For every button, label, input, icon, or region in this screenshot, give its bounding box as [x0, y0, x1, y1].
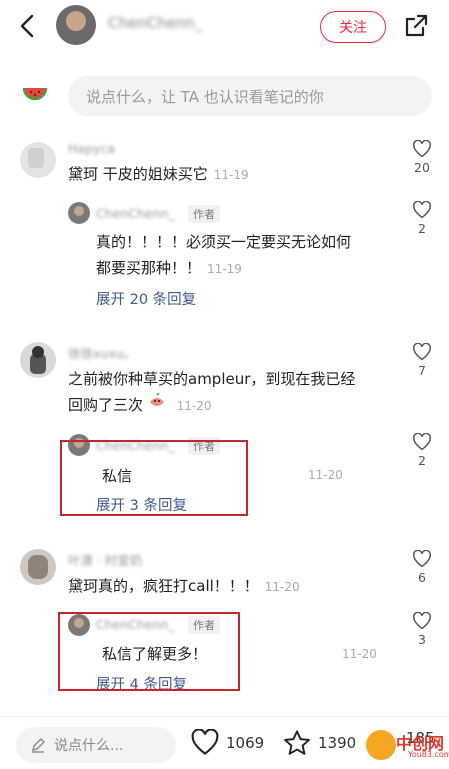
like-count: 7 [418, 363, 426, 378]
watermark-subtext: You83.com [408, 750, 449, 759]
comment-like-button[interactable]: 20 [409, 140, 435, 175]
heart-icon [191, 729, 219, 755]
commenter-avatar[interactable] [20, 142, 56, 178]
commenter-avatar[interactable] [20, 342, 56, 378]
comment-like-button[interactable]: 6 [409, 550, 435, 585]
expand-replies-link[interactable]: 展开 20 条回复 [96, 288, 196, 309]
like-total: 1069 [226, 733, 265, 752]
heart-icon [413, 343, 431, 361]
comment-text: 黛珂真的，疯狂打call！！！ 11-20 [68, 573, 300, 600]
author-tag: 作者 [188, 205, 220, 223]
author-name[interactable]: ChenChenn_ [108, 14, 202, 32]
heart-icon [413, 140, 431, 158]
highlight-box [58, 612, 240, 691]
reply-like-button[interactable]: 2 [409, 433, 435, 468]
collect-total: 1390 [318, 734, 357, 752]
top-bar: ChenChenn_ 关注 [0, 0, 449, 56]
comment-input[interactable]: 说点什么，让 TA 也认识看笔记的你 [68, 76, 432, 116]
commenter-name[interactable]: 徐徐xuxu。 [68, 343, 136, 362]
heart-icon [413, 550, 431, 568]
comment-body-line2: 回购了三次 [68, 396, 144, 414]
heart-icon [413, 201, 431, 219]
heart-icon [413, 612, 431, 630]
watermark-circle [366, 730, 396, 760]
heart-icon [413, 433, 431, 451]
back-icon[interactable] [14, 12, 42, 40]
comment-text: 之前被你种草买的ampleur，到现在我已经 回购了三次 11-20 [68, 366, 355, 419]
reply-text-line1: 真的！！！！必须买一定要买无论如何 [96, 233, 352, 251]
comment-text: 黛珂 干皮的姐妹买它 11-19 [68, 161, 249, 188]
reply-text: 真的！！！！必须买一定要买无论如何 都要买那种！！ 11-19 [96, 229, 351, 282]
reply-like-button[interactable]: 3 [409, 612, 435, 647]
comment-body: 黛珂真的，疯狂打call！！！ [68, 577, 259, 595]
watermelon-icon [22, 84, 48, 106]
comment-body: 黛珂 干皮的姐妹买它 [68, 165, 208, 183]
blushing-emoji-icon [148, 391, 166, 419]
commenter-name[interactable]: 叶潇 · 时爱奶 [68, 550, 142, 569]
star-icon [284, 730, 310, 755]
reply-author-name[interactable]: ChenChenn_ [96, 206, 175, 221]
comment-time: 11-20 [264, 580, 300, 594]
highlight-box [60, 440, 248, 516]
comment-body-line1: 之前被你种草买的ampleur，到现在我已经 [68, 370, 356, 388]
pencil-icon [32, 738, 45, 753]
collect-button[interactable]: 1390 [282, 729, 356, 757]
like-count: 6 [418, 570, 426, 585]
reply-time: 11-20 [308, 468, 343, 482]
commenter-name[interactable]: Наруса [68, 141, 115, 156]
commenter-avatar[interactable] [20, 549, 56, 585]
watermark-logo: 中创网 You83.com [366, 728, 449, 766]
comment-time: 11-19 [213, 168, 249, 182]
bottom-input-placeholder: 说点什么... [54, 738, 124, 754]
like-button[interactable]: 1069 [190, 729, 264, 756]
like-count: 2 [418, 453, 426, 468]
reply-like-button[interactable]: 2 [409, 201, 435, 236]
like-count: 20 [414, 160, 430, 175]
comment-time: 11-20 [176, 399, 212, 413]
reply-avatar[interactable] [68, 202, 90, 224]
reply-text-line2: 都要买那种！！ [96, 259, 202, 277]
like-count: 2 [418, 221, 426, 236]
share-icon[interactable] [402, 12, 430, 40]
comment-like-button[interactable]: 7 [409, 343, 435, 378]
bottom-comment-input[interactable]: 说点什么... [16, 727, 176, 763]
reply-time: 11-19 [207, 262, 242, 276]
author-avatar[interactable] [56, 5, 96, 45]
follow-button[interactable]: 关注 [320, 11, 386, 43]
like-count: 3 [418, 632, 426, 647]
reply-time: 11-20 [342, 647, 377, 661]
